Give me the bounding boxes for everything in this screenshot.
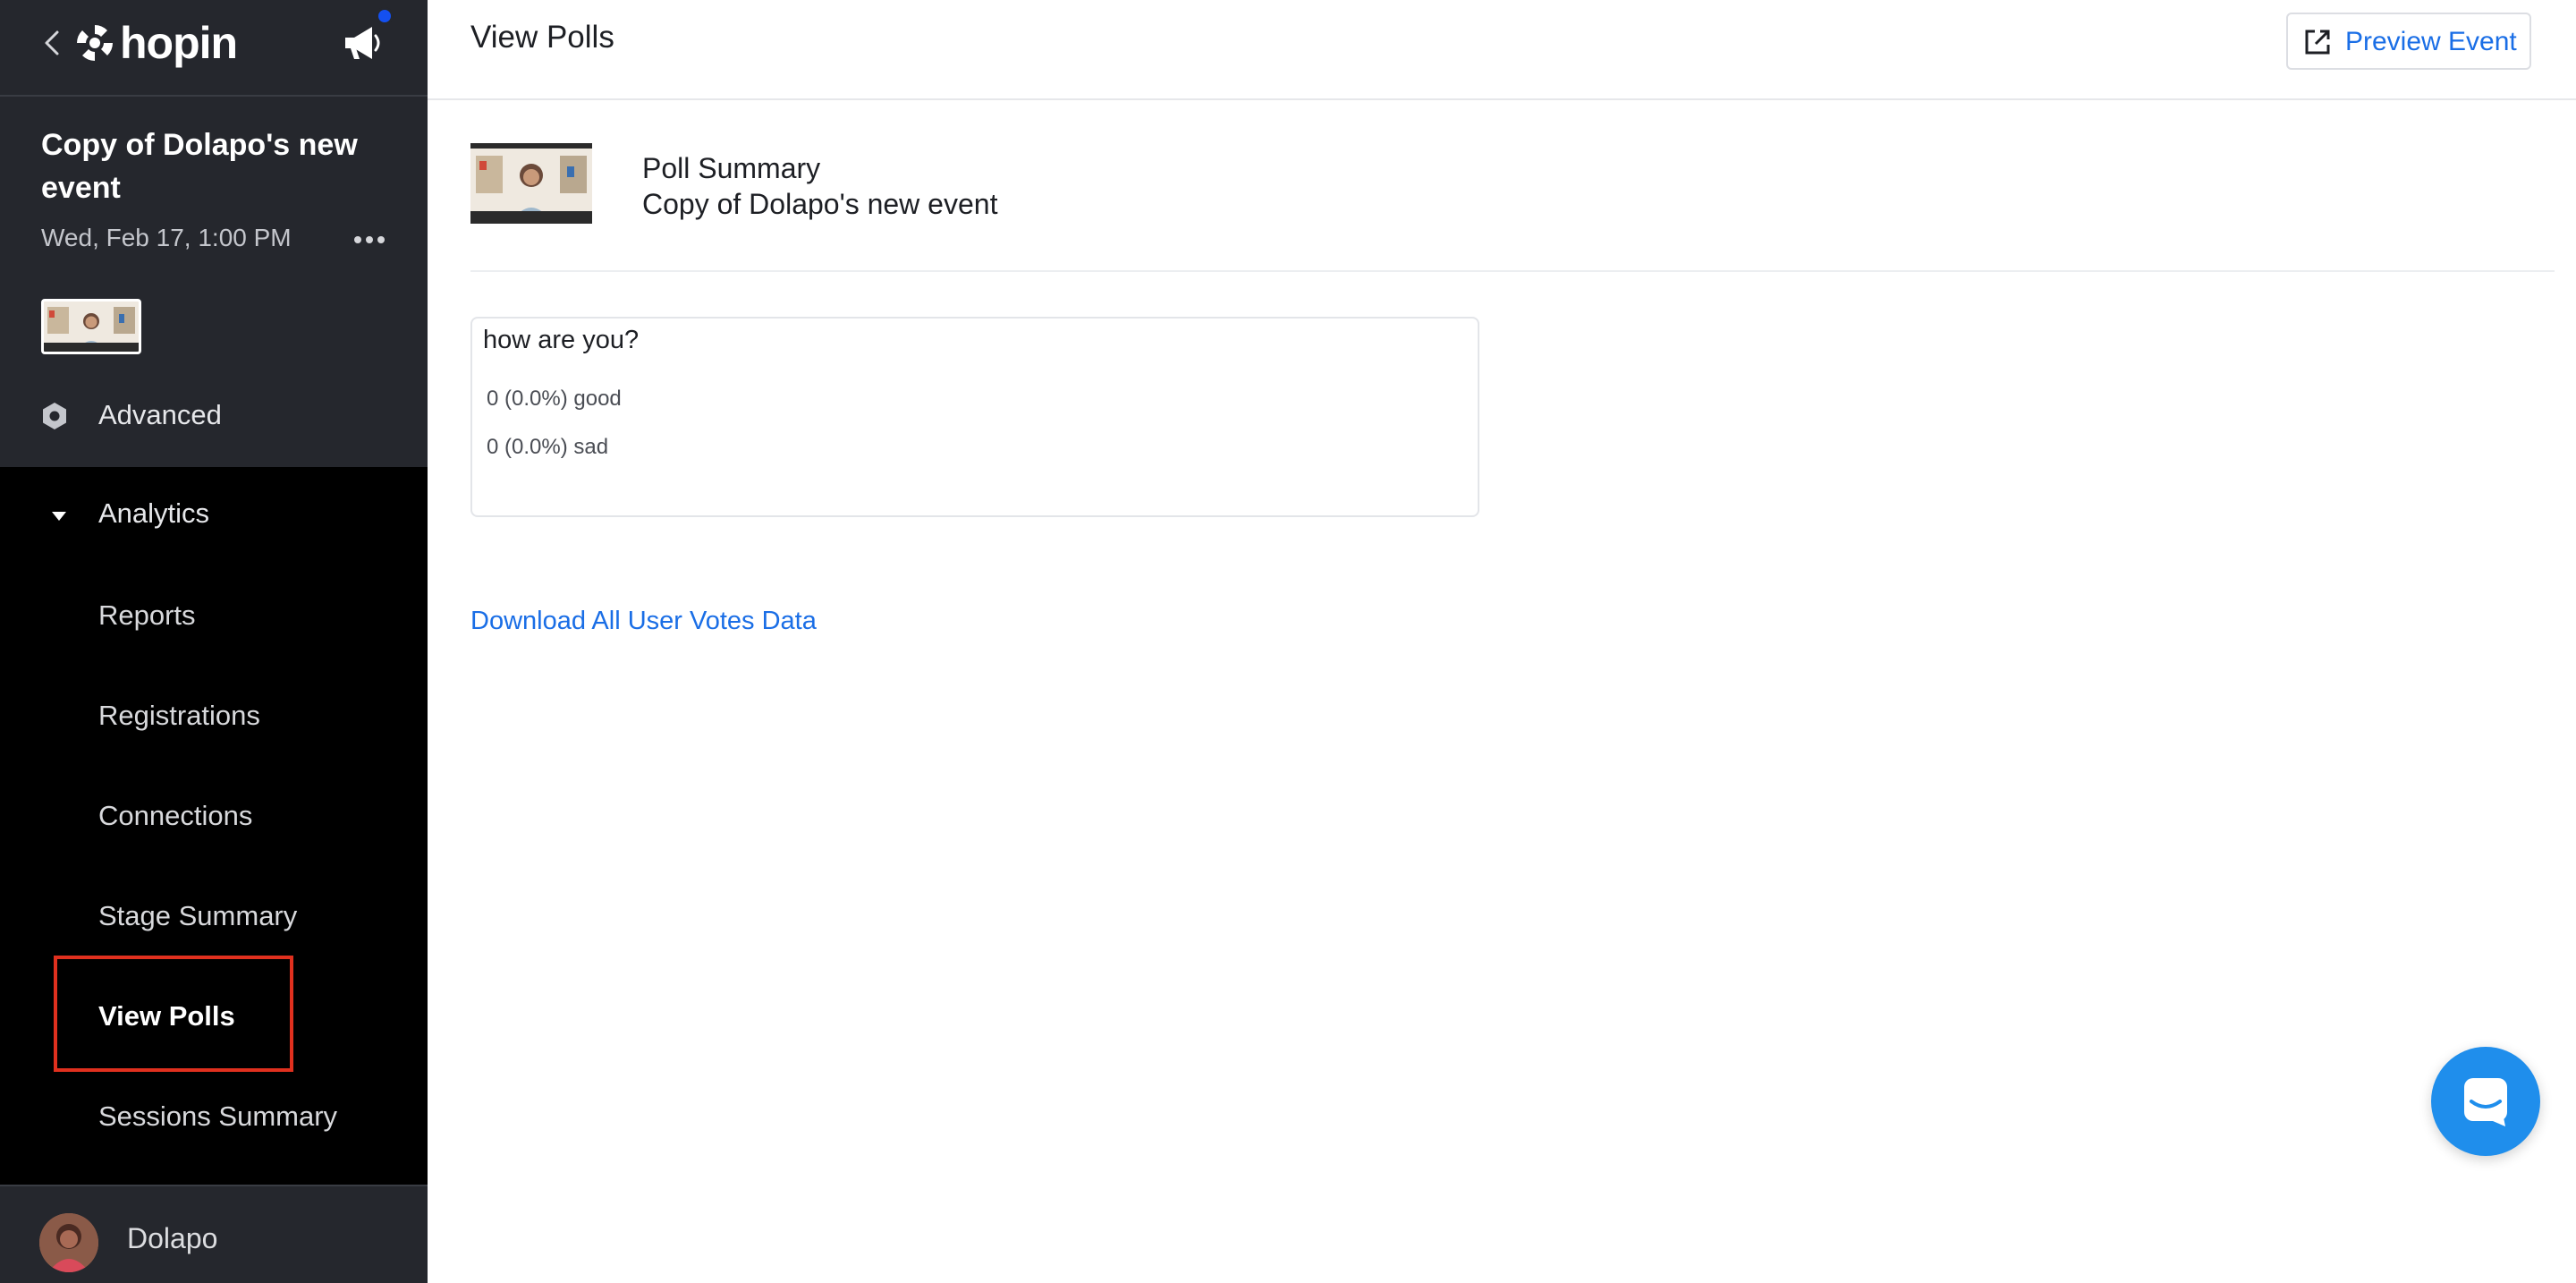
megaphone-icon[interactable] <box>340 21 386 64</box>
preview-event-label: Preview Event <box>2345 27 2517 56</box>
selection-highlight-box <box>54 956 293 1072</box>
sidebar-header: hopin <box>0 0 428 97</box>
sidebar: hopin Copy of Dolapo's new event Wed, Fe… <box>0 0 428 1283</box>
sidebar-item-label: Analytics <box>98 497 210 529</box>
user-name: Dolapo <box>127 1222 218 1254</box>
notification-dot <box>376 7 394 25</box>
avatar-image <box>39 1213 98 1272</box>
main-content: View Polls Preview Event Poll Summary Co… <box>428 0 2576 1283</box>
sidebar-item-advanced[interactable]: Advanced <box>0 385 428 449</box>
more-options-icon[interactable] <box>354 229 386 251</box>
top-bar: View Polls Preview Event <box>428 0 2576 100</box>
hopin-logo[interactable]: hopin <box>75 18 238 68</box>
download-votes-link[interactable]: Download All User Votes Data <box>470 607 817 636</box>
chat-icon <box>2464 1078 2507 1126</box>
sidebar-item-stage-summary[interactable]: Stage Summary <box>98 900 297 932</box>
sidebar-item-label: Advanced <box>98 399 222 430</box>
gear-icon <box>43 403 66 429</box>
event-name: Copy of Dolapo's new event <box>41 128 358 205</box>
event-date: Wed, Feb 17, 1:00 PM <box>41 224 292 251</box>
poll-summary-title: Poll Summary <box>642 152 821 184</box>
sidebar-item-reports[interactable]: Reports <box>98 599 196 632</box>
poll-summary-event-name: Copy of Dolapo's new event <box>642 188 998 220</box>
sidebar-item-registrations[interactable]: Registrations <box>98 700 260 732</box>
sidebar-item-sessions-summary[interactable]: Sessions Summary <box>98 1100 337 1133</box>
poll-question: how are you? <box>483 326 640 354</box>
preview-event-button[interactable]: Preview Event <box>2286 13 2531 70</box>
event-thumbnail <box>470 143 592 224</box>
hopin-logo-icon <box>77 25 113 61</box>
user-footer[interactable]: Dolapo <box>0 1185 428 1283</box>
sidebar-item-connections[interactable]: Connections <box>98 800 252 832</box>
poll-option: 0 (0.0%) sad <box>487 435 609 459</box>
event-thumbnail-image <box>44 302 139 352</box>
caret-down-icon <box>52 512 66 521</box>
poll-card: how are you? 0 (0.0%) good 0 (0.0%) sad <box>470 317 1479 517</box>
event-thumbnail <box>41 299 141 354</box>
sidebar-top-panel: hopin Copy of Dolapo's new event Wed, Fe… <box>0 0 428 467</box>
sidebar-item-analytics[interactable]: Analytics <box>0 483 428 548</box>
page-title: View Polls <box>470 20 614 55</box>
chat-support-button[interactable] <box>2431 1047 2540 1156</box>
poll-summary-header: Poll Summary Copy of Dolapo's new event <box>470 143 2555 272</box>
back-chevron-icon[interactable] <box>39 27 64 59</box>
event-thumbnail-image <box>470 143 592 224</box>
avatar[interactable] <box>39 1213 98 1272</box>
brand-name: hopin <box>120 18 238 68</box>
external-link-icon <box>2305 30 2330 55</box>
poll-option: 0 (0.0%) good <box>487 387 622 411</box>
